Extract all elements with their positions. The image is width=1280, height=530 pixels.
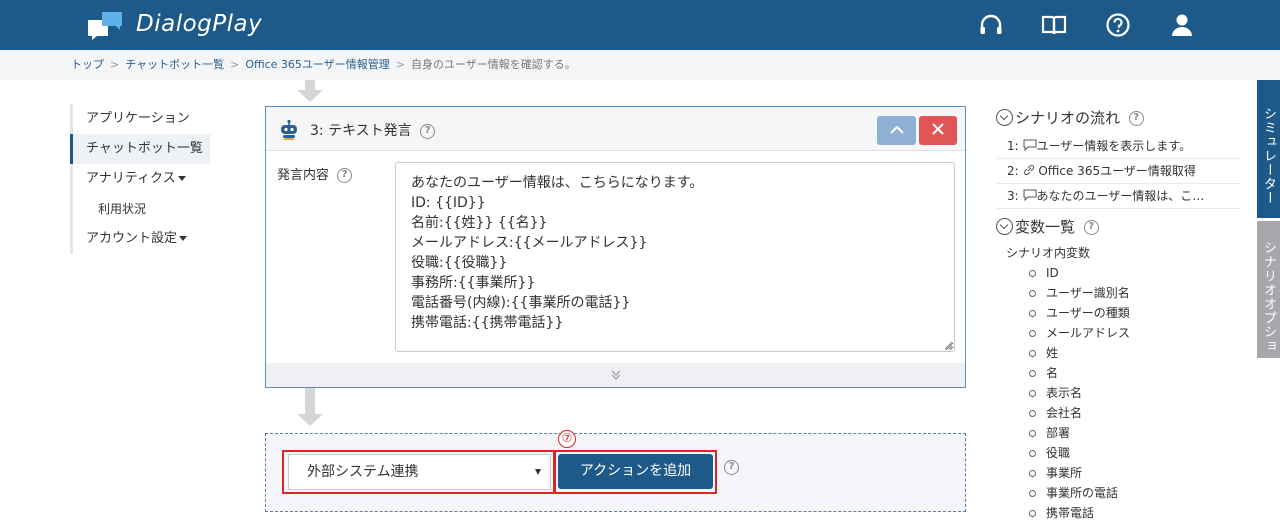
variable-item[interactable]: ユーザーの種類: [996, 303, 1241, 323]
move-up-button[interactable]: [877, 116, 916, 145]
variable-item[interactable]: 事業所: [996, 463, 1241, 483]
logo-icon: [88, 12, 122, 40]
highlight-box-button: [554, 450, 717, 494]
flow-item[interactable]: 3: あなたのユーザー情報は、こ…: [996, 184, 1241, 209]
nav-item-analytics[interactable]: アナリティクス: [70, 164, 210, 194]
left-nav: アプリケーション チャットボット一覧 アナリティクス 利用状況 アカウント設定: [70, 104, 210, 254]
help-icon[interactable]: ?: [1128, 111, 1144, 126]
delete-step-button[interactable]: [919, 116, 957, 145]
headset-icon[interactable]: [978, 12, 1004, 38]
breadcrumb-chatbot-list[interactable]: チャットボット一覧: [125, 58, 224, 71]
breadcrumb-top[interactable]: トップ: [71, 58, 104, 71]
brand-name: DialogPlay: [136, 11, 263, 37]
flow-arrow-down-icon: [297, 90, 323, 102]
close-icon: [932, 123, 944, 135]
user-icon[interactable]: [1169, 12, 1195, 38]
nav-item-applications[interactable]: アプリケーション: [70, 104, 210, 134]
variable-item[interactable]: メールアドレス: [996, 323, 1241, 343]
variable-item[interactable]: 部署: [996, 423, 1241, 443]
flow-item[interactable]: 2: Office 365ユーザー情報取得: [996, 159, 1241, 184]
variable-group-label: シナリオ内変数: [1006, 246, 1091, 260]
help-icon[interactable]: [1105, 12, 1131, 38]
variable-item[interactable]: 携帯電話: [996, 503, 1241, 523]
nav-item-chatbot-list[interactable]: チャットボット一覧: [70, 134, 210, 164]
book-icon[interactable]: [1041, 12, 1067, 38]
flow-arrow-stem: [305, 80, 315, 90]
link-icon: [1023, 164, 1034, 176]
highlight-box-select: [282, 450, 555, 494]
message-content-label: 発言内容: [277, 168, 330, 183]
variables-header[interactable]: 変数一覧 ?: [996, 215, 1241, 239]
variable-item[interactable]: 事業所の電話: [996, 483, 1241, 503]
variable-item[interactable]: 名: [996, 363, 1241, 383]
variable-item[interactable]: ID: [996, 263, 1241, 283]
chevron-down-circle-icon: [996, 218, 1013, 235]
resize-handle-icon[interactable]: [943, 340, 953, 350]
step-card-footer[interactable]: [266, 363, 965, 387]
flow-arrow-stem: [305, 388, 315, 414]
scenario-flow-header[interactable]: シナリオの流れ ?: [996, 106, 1241, 130]
step-card: 3: テキスト発言 ? 発言内容 ? あなたのユーザー情報は、こちらになります。…: [265, 106, 966, 388]
breadcrumb-current: 自身のユーザー情報を確認する。: [410, 58, 576, 71]
tab-scenario-options[interactable]: シナリオオプション: [1238, 221, 1280, 358]
top-header: DialogPlay: [0, 0, 1280, 50]
variable-item[interactable]: 役職: [996, 443, 1241, 463]
help-icon[interactable]: ?: [420, 123, 436, 139]
bot-icon: [281, 119, 297, 140]
flow-arrow-down-icon: [297, 414, 323, 426]
speech-bubble-icon: [1023, 189, 1037, 202]
right-panel: シナリオの流れ ? 1: ユーザー情報を表示します。 2: Office 365…: [996, 106, 1241, 523]
chevron-up-icon: [889, 125, 904, 134]
caret-down-icon: [179, 236, 188, 241]
double-chevron-down-icon: [611, 370, 621, 380]
step-card-header: 3: テキスト発言 ?: [266, 107, 965, 151]
tab-simulator[interactable]: シミュレーター: [1257, 80, 1280, 218]
variable-item[interactable]: ユーザー識別名: [996, 283, 1241, 303]
flow-item[interactable]: 1: ユーザー情報を表示します。: [996, 134, 1241, 159]
chevron-down-circle-icon: [996, 109, 1013, 126]
breadcrumb-scenario[interactable]: Office 365ユーザー情報管理: [245, 58, 389, 71]
variable-list: ID ユーザー識別名 ユーザーの種類 メールアドレス 姓 名 表示名 会社名 部…: [996, 263, 1241, 523]
variable-item[interactable]: 姓: [996, 343, 1241, 363]
variable-item[interactable]: 表示名: [996, 383, 1241, 403]
nav-item-account-settings[interactable]: アカウント設定: [70, 224, 210, 254]
annotation-number: ⑦: [558, 430, 576, 448]
help-icon[interactable]: ?: [724, 460, 739, 475]
message-content-textarea[interactable]: あなたのユーザー情報は、こちらになります。 ID: {{ID}} 名前:{{姓}…: [395, 162, 955, 352]
help-icon[interactable]: ?: [337, 168, 353, 183]
step-title: 3: テキスト発言: [310, 123, 412, 139]
help-icon[interactable]: ?: [1083, 220, 1099, 235]
variable-item[interactable]: 会社名: [996, 403, 1241, 423]
speech-bubble-icon: [1023, 139, 1037, 152]
breadcrumb: トップ > チャットボット一覧 > Office 365ユーザー情報管理 > 自身のユーザー…: [0, 50, 1280, 80]
nav-item-usage[interactable]: 利用状況: [70, 194, 210, 224]
caret-down-icon: [177, 176, 186, 181]
